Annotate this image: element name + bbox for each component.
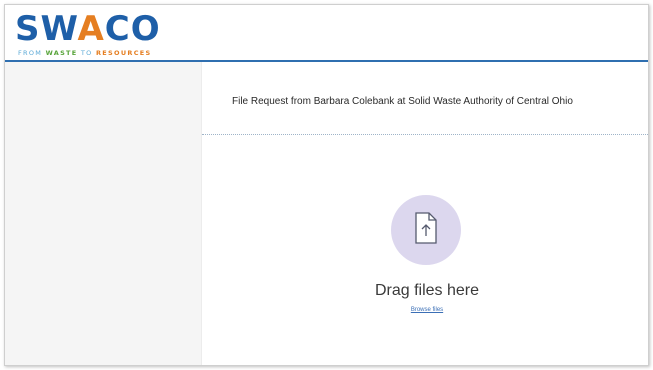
logo-wordmark: SWACO xyxy=(15,11,161,47)
request-title: File Request from Barbara Colebank at So… xyxy=(232,96,573,107)
logo-wordmark-start: SW xyxy=(15,9,78,49)
title-divider xyxy=(202,134,648,135)
main-content: File Request from Barbara Colebank at So… xyxy=(202,62,648,365)
logo-wordmark-accent: A xyxy=(77,9,105,49)
logo-tagline-from: FROM xyxy=(18,49,43,57)
logo-wordmark-end: CO xyxy=(104,9,161,49)
page-header: SWACO FROM WASTE TO RESOURCES xyxy=(5,5,648,62)
upload-icon-circle[interactable] xyxy=(391,195,461,265)
logo-tagline-waste: WASTE xyxy=(45,49,78,57)
sidebar xyxy=(5,62,202,365)
file-upload-icon xyxy=(415,212,437,244)
file-request-window: SWACO FROM WASTE TO RESOURCES File Reque… xyxy=(4,4,649,366)
browse-files-link[interactable]: Browse files xyxy=(352,307,502,313)
swaco-logo: SWACO FROM WASTE TO RESOURCES xyxy=(15,11,205,57)
logo-tagline-to: TO xyxy=(80,49,93,57)
logo-tagline-resources: RESOURCES xyxy=(95,49,152,57)
logo-tagline: FROM WASTE TO RESOURCES xyxy=(18,49,152,57)
file-dropzone[interactable]: Drag files here Browse files xyxy=(352,195,502,325)
drag-files-text: Drag files here xyxy=(374,282,480,299)
